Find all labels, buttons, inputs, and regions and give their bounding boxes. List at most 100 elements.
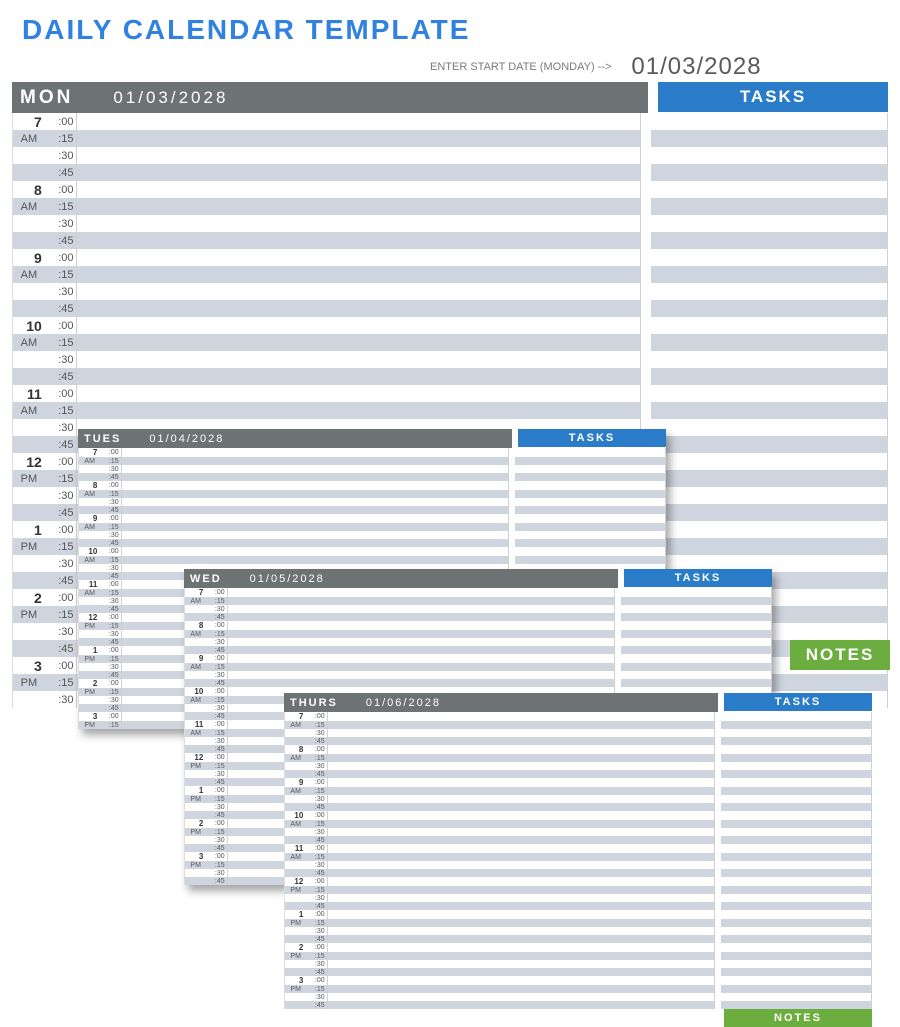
entry-cell[interactable]	[327, 886, 714, 894]
time-slot-row[interactable]: :30	[79, 498, 666, 506]
entry-cell[interactable]	[227, 605, 614, 613]
task-cell[interactable]	[651, 538, 887, 555]
time-slot-row[interactable]: AM:15	[13, 266, 888, 283]
entry-cell[interactable]	[76, 232, 641, 249]
entry-cell[interactable]	[327, 960, 714, 968]
time-slot-row[interactable]: 3:00	[285, 976, 872, 985]
time-slot-row[interactable]: :30	[79, 465, 666, 473]
task-cell[interactable]	[515, 506, 666, 514]
entry-cell[interactable]	[227, 621, 614, 630]
entry-cell[interactable]	[327, 919, 714, 927]
task-cell[interactable]	[721, 844, 872, 853]
entry-cell[interactable]	[327, 935, 714, 943]
time-slot-row[interactable]: 8:00	[185, 621, 772, 630]
time-slot-row[interactable]: 12:00	[285, 877, 872, 886]
task-cell[interactable]	[721, 729, 872, 737]
time-slot-row[interactable]: :30	[13, 351, 888, 368]
task-cell[interactable]	[721, 853, 872, 861]
entry-cell[interactable]	[76, 181, 641, 198]
entry-cell[interactable]	[327, 910, 714, 919]
task-cell[interactable]	[651, 266, 887, 283]
entry-cell[interactable]	[327, 762, 714, 770]
task-cell[interactable]	[515, 457, 666, 465]
time-slot-row[interactable]: AM:15	[13, 198, 888, 215]
task-cell[interactable]	[651, 385, 887, 402]
task-cell[interactable]	[621, 679, 772, 687]
task-cell[interactable]	[651, 521, 887, 538]
time-slot-row[interactable]: AM:15	[285, 820, 872, 828]
time-slot-row[interactable]: 7:00	[285, 712, 872, 721]
task-cell[interactable]	[721, 754, 872, 762]
time-slot-row[interactable]: AM:15	[185, 663, 772, 671]
entry-cell[interactable]	[121, 539, 508, 547]
task-cell[interactable]	[721, 960, 872, 968]
task-cell[interactable]	[651, 249, 887, 266]
time-slot-row[interactable]: PM:15	[285, 886, 872, 894]
time-slot-row[interactable]: AM:15	[285, 721, 872, 729]
task-cell[interactable]	[651, 232, 887, 249]
entry-cell[interactable]	[327, 877, 714, 886]
task-cell[interactable]	[721, 894, 872, 902]
task-cell[interactable]	[515, 531, 666, 539]
task-cell[interactable]	[721, 943, 872, 952]
entry-cell[interactable]	[76, 147, 641, 164]
time-slot-row[interactable]: AM:15	[185, 597, 772, 605]
task-cell[interactable]	[515, 481, 666, 490]
task-cell[interactable]	[515, 498, 666, 506]
entry-cell[interactable]	[76, 113, 641, 130]
entry-cell[interactable]	[327, 894, 714, 902]
task-cell[interactable]	[515, 448, 666, 457]
entry-cell[interactable]	[327, 844, 714, 853]
time-slot-row[interactable]: PM:15	[285, 952, 872, 960]
time-slot-row[interactable]: AM:15	[79, 556, 666, 564]
time-slot-row[interactable]: :30	[185, 605, 772, 613]
task-cell[interactable]	[651, 419, 887, 436]
entry-cell[interactable]	[121, 523, 508, 531]
entry-cell[interactable]	[227, 613, 614, 621]
task-cell[interactable]	[721, 820, 872, 828]
entry-cell[interactable]	[121, 457, 508, 465]
entry-cell[interactable]	[327, 1001, 714, 1009]
time-slot-row[interactable]: :45	[185, 679, 772, 687]
time-slot-row[interactable]: :45	[79, 473, 666, 481]
task-cell[interactable]	[721, 861, 872, 869]
time-slot-row[interactable]: AM:15	[79, 490, 666, 498]
time-slot-row[interactable]: 7:00	[79, 448, 666, 457]
task-cell[interactable]	[651, 130, 887, 147]
time-slot-row[interactable]: 10:00	[285, 811, 872, 820]
time-slot-row[interactable]: :30	[185, 638, 772, 646]
entry-cell[interactable]	[327, 770, 714, 778]
task-cell[interactable]	[721, 811, 872, 820]
task-cell[interactable]	[621, 654, 772, 663]
task-cell[interactable]	[721, 952, 872, 960]
task-cell[interactable]	[515, 523, 666, 531]
task-cell[interactable]	[621, 663, 772, 671]
task-cell[interactable]	[515, 514, 666, 523]
time-slot-row[interactable]: :45	[285, 836, 872, 844]
time-slot-row[interactable]: :45	[185, 613, 772, 621]
entry-cell[interactable]	[327, 721, 714, 729]
entry-cell[interactable]	[327, 712, 714, 721]
task-cell[interactable]	[651, 113, 887, 130]
task-cell[interactable]	[721, 770, 872, 778]
entry-cell[interactable]	[327, 803, 714, 811]
task-cell[interactable]	[721, 737, 872, 745]
entry-cell[interactable]	[227, 646, 614, 654]
entry-cell[interactable]	[121, 506, 508, 514]
entry-cell[interactable]	[327, 811, 714, 820]
entry-cell[interactable]	[327, 976, 714, 985]
entry-cell[interactable]	[327, 902, 714, 910]
entry-cell[interactable]	[227, 663, 614, 671]
time-slot-row[interactable]: AM:15	[13, 334, 888, 351]
entry-cell[interactable]	[327, 993, 714, 1001]
entry-cell[interactable]	[76, 317, 641, 334]
entry-cell[interactable]	[327, 869, 714, 877]
task-cell[interactable]	[651, 470, 887, 487]
time-slot-row[interactable]: :30	[13, 147, 888, 164]
time-slot-row[interactable]: 1:00	[285, 910, 872, 919]
entry-cell[interactable]	[327, 943, 714, 952]
time-slot-row[interactable]: 8:00	[79, 481, 666, 490]
task-cell[interactable]	[621, 630, 772, 638]
entry-cell[interactable]	[327, 778, 714, 787]
task-cell[interactable]	[721, 721, 872, 729]
